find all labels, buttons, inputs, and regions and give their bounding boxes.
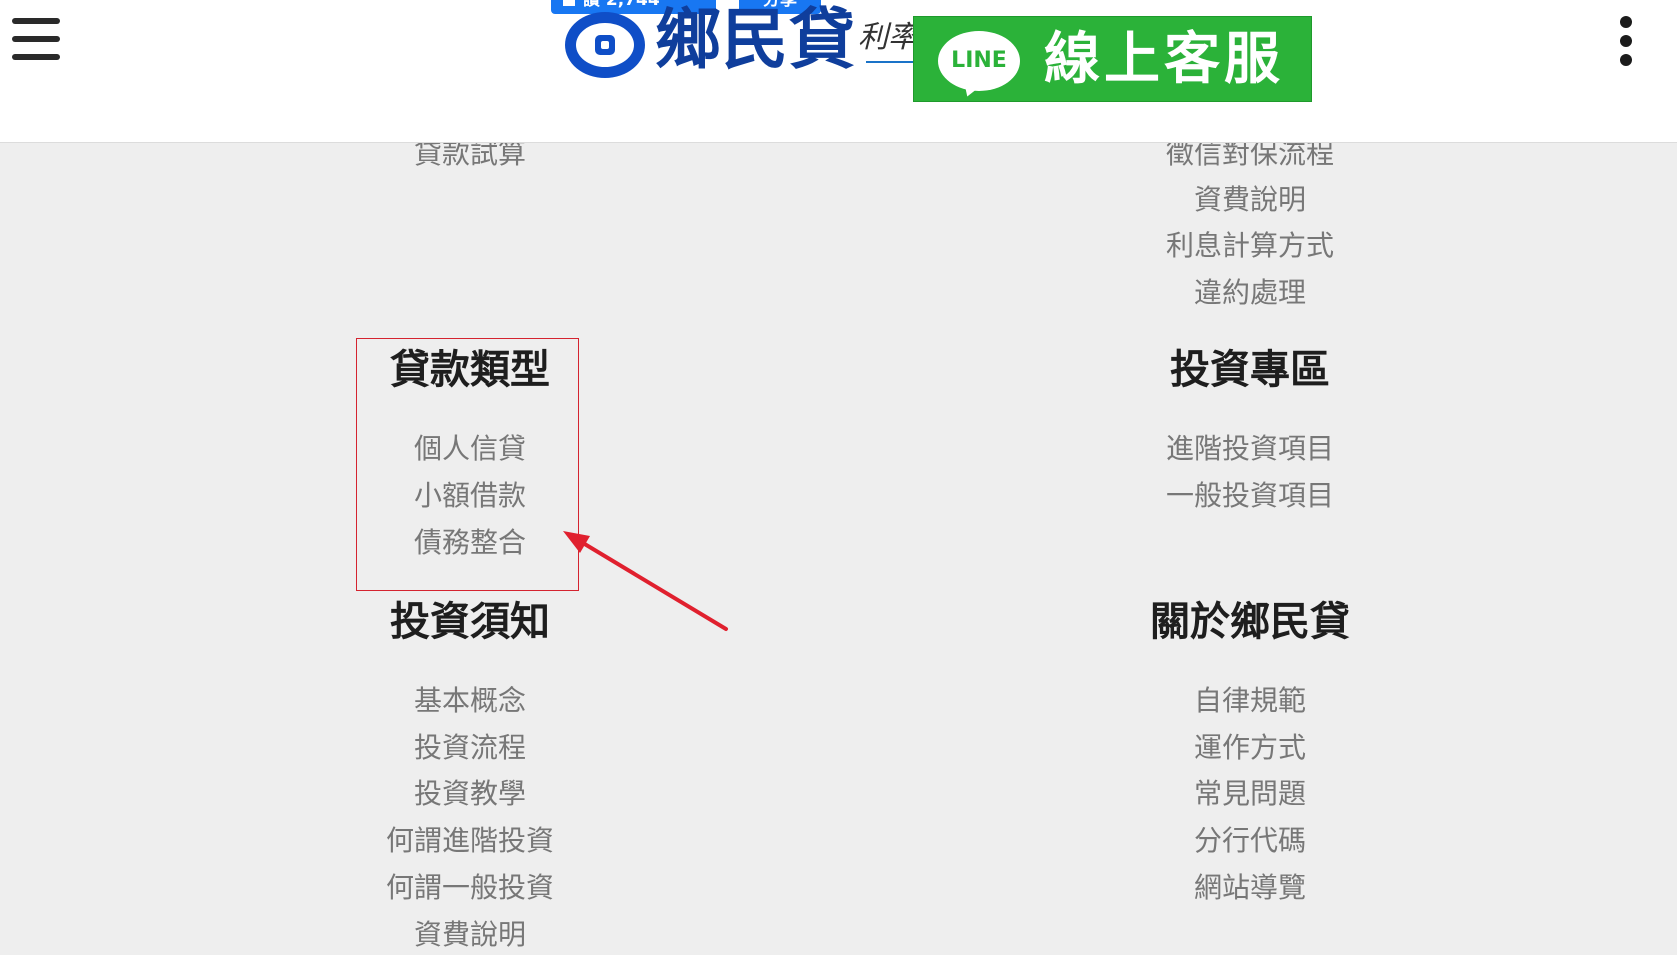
link-advanced-invest-info[interactable]: 何謂進階投資 bbox=[270, 821, 670, 861]
line-word: LINE bbox=[951, 48, 1007, 73]
logo-icon bbox=[565, 12, 645, 78]
link-default-handling[interactable]: 違約處理 bbox=[1050, 273, 1450, 313]
link-sitemap[interactable]: 網站導覽 bbox=[1050, 868, 1450, 908]
heading-loan-types: 貸款類型 bbox=[390, 347, 550, 393]
link-basic-concepts[interactable]: 基本概念 bbox=[270, 681, 670, 721]
site-header: 讚 2,7⁠44 分享 鄉民貸 利率 LINE 線上客服 bbox=[0, 0, 1677, 143]
line-service-label: 線上客服 bbox=[1044, 27, 1284, 92]
link-general-invest-items[interactable]: 一般投資項目 bbox=[1050, 476, 1450, 516]
link-self-regulation[interactable]: 自律規範 bbox=[1050, 681, 1450, 721]
logo-slogan: 利率 bbox=[858, 20, 913, 55]
heading-invest-zone: 投資專區 bbox=[1170, 347, 1330, 393]
link-operation[interactable]: 運作方式 bbox=[1050, 728, 1450, 768]
link-branch-codes[interactable]: 分行代碼 bbox=[1050, 821, 1450, 861]
link-personal-loan[interactable]: 個人信貸 bbox=[270, 429, 670, 469]
link-advanced-invest-items[interactable]: 進階投資項目 bbox=[1050, 429, 1450, 469]
heading-invest-notes: 投資須知 bbox=[390, 599, 550, 645]
thumbs-up-icon bbox=[563, 0, 575, 6]
menu-icon[interactable] bbox=[12, 18, 60, 62]
facebook-like-label: 讚 2,7⁠44 bbox=[583, 0, 660, 10]
link-small-loan[interactable]: 小額借款 bbox=[270, 476, 670, 516]
link-general-invest-info[interactable]: 何謂一般投資 bbox=[270, 868, 670, 908]
link-interest-calculation[interactable]: 利息計算方式 bbox=[1050, 226, 1450, 266]
link-faq[interactable]: 常見問題 bbox=[1050, 774, 1450, 814]
heading-about: 關於鄉民貸 bbox=[1150, 599, 1350, 645]
link-debt-consolidation[interactable]: 債務整合 bbox=[270, 523, 670, 563]
link-fee-info[interactable]: 資費說明 bbox=[270, 915, 670, 955]
more-options-icon[interactable] bbox=[1616, 16, 1636, 66]
link-fee-description[interactable]: 資費說明 bbox=[1050, 180, 1450, 220]
link-invest-process[interactable]: 投資流程 bbox=[270, 728, 670, 768]
link-invest-tutorial[interactable]: 投資教學 bbox=[270, 774, 670, 814]
logo-text: 鄉民貸 bbox=[655, 1, 856, 78]
line-customer-service-button[interactable]: LINE 線上客服 bbox=[913, 16, 1312, 102]
